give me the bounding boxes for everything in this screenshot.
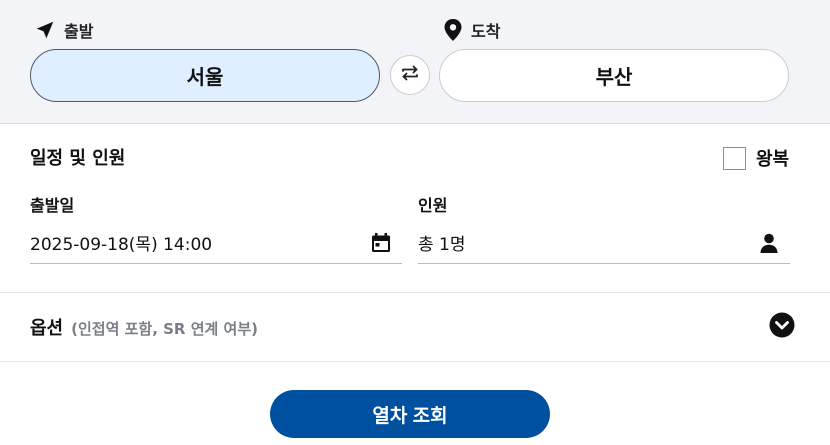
swap-arrows-icon — [400, 63, 420, 87]
arrival-station-name: 부산 — [595, 65, 633, 89]
map-pin-icon — [443, 18, 463, 42]
swap-stations-button[interactable] — [390, 55, 430, 95]
roundtrip-checkbox[interactable] — [723, 146, 746, 170]
search-trains-button[interactable]: 열차 조회 — [270, 390, 550, 438]
passengers-label: 인원 — [418, 196, 448, 215]
departure-date-value: 2025-09-18(목) 14:00 — [30, 235, 213, 255]
chevron-down-circle-icon[interactable] — [769, 312, 795, 342]
section-divider — [0, 361, 830, 362]
departure-date-label: 출발일 — [30, 196, 75, 215]
departure-label: 출발 — [64, 22, 94, 41]
options-subtitle: (인접역 포함, SR 연계 여부) — [71, 320, 258, 338]
passengers-field[interactable]: 총 1명 — [418, 222, 790, 264]
passengers-value: 총 1명 — [418, 235, 466, 255]
roundtrip-label: 왕복 — [756, 149, 790, 170]
departure-station-name: 서울 — [186, 65, 224, 89]
options-text: 옵션 (인접역 포함, SR 연계 여부) — [30, 314, 258, 340]
options-accordion[interactable]: 옵션 (인접역 포함, SR 연계 여부) — [30, 310, 795, 344]
navigation-arrow-icon — [34, 19, 56, 41]
person-icon[interactable] — [758, 232, 790, 254]
departure-date-field[interactable]: 2025-09-18(목) 14:00 — [30, 222, 402, 264]
schedule-section-title: 일정 및 인원 — [30, 148, 126, 169]
roundtrip-toggle[interactable]: 왕복 — [723, 145, 789, 171]
departure-station-button[interactable]: 서울 — [30, 49, 380, 102]
calendar-icon[interactable] — [370, 232, 402, 254]
departure-label-group: 출발 — [34, 18, 93, 42]
section-divider — [0, 292, 830, 293]
options-title: 옵션 — [30, 318, 64, 339]
route-panel: 출발 도착 서울 부산 — [0, 0, 830, 124]
arrival-label-group: 도착 — [443, 18, 500, 42]
arrival-station-button[interactable]: 부산 — [439, 49, 789, 102]
arrival-label: 도착 — [471, 22, 501, 41]
